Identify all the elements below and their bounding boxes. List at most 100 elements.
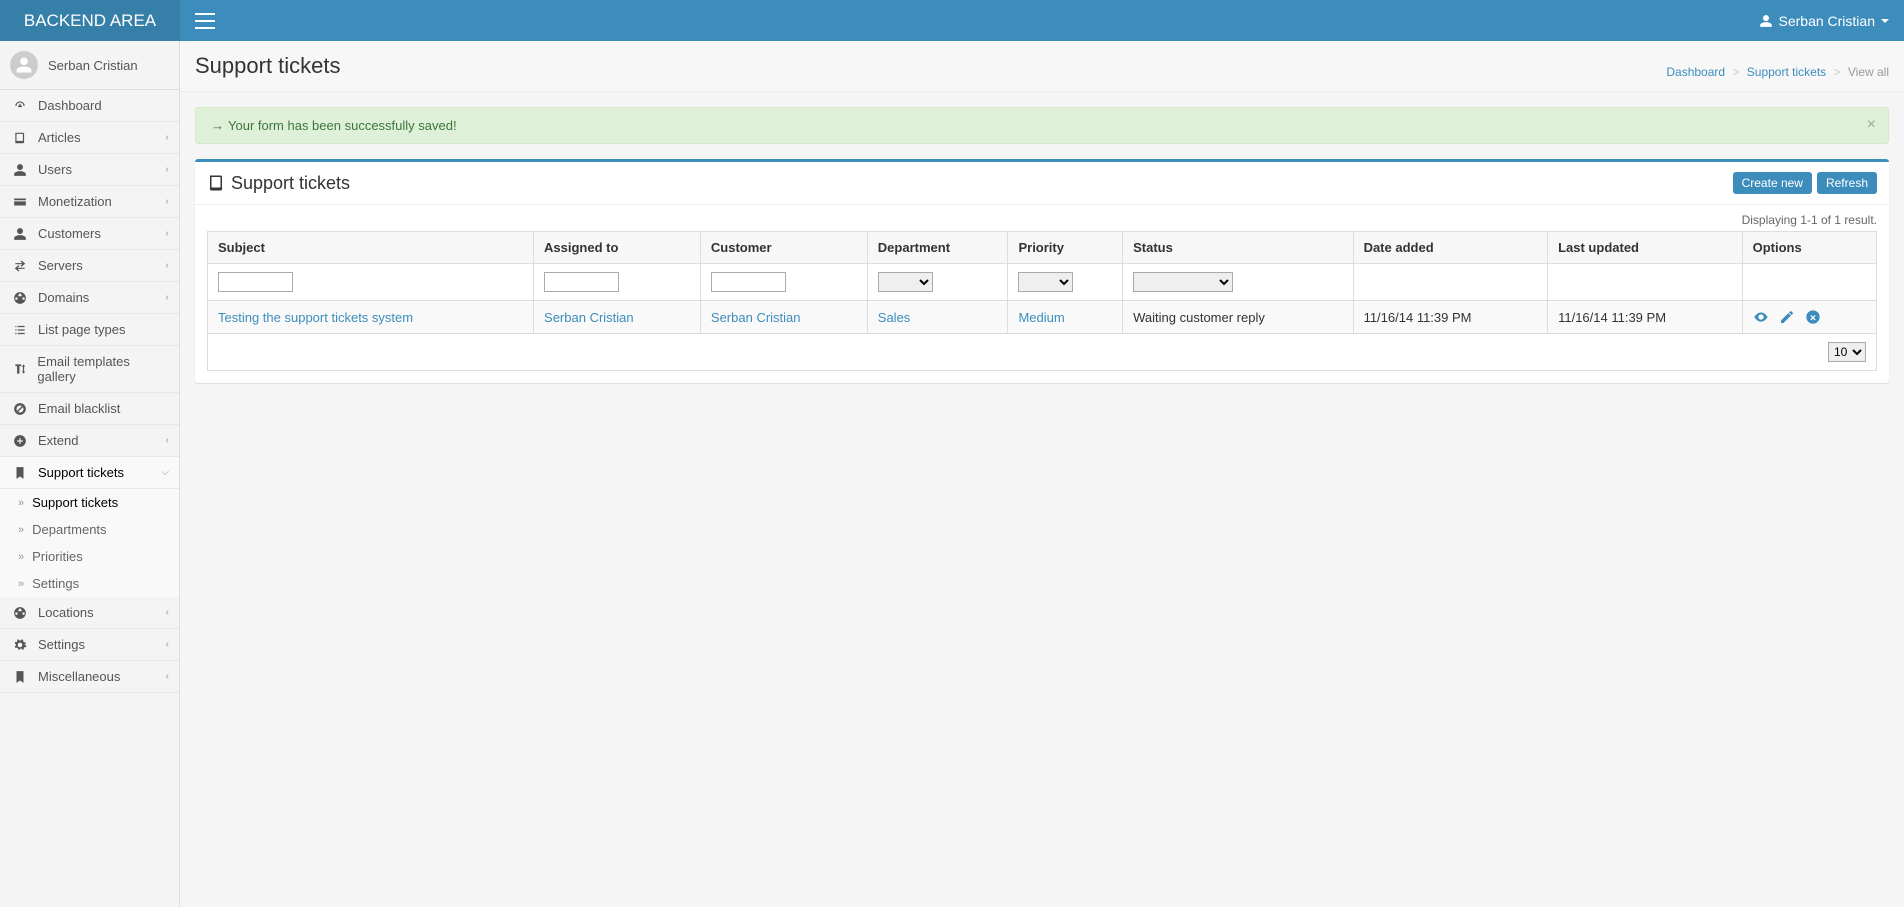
table-row: Testing the support tickets system Serban… xyxy=(208,301,1877,334)
sidebar-item-label: Domains xyxy=(38,290,89,305)
sidebar-item-settings[interactable]: Settings‹ xyxy=(0,629,179,661)
sidebar-item-label: Monetization xyxy=(38,194,112,209)
sidebar-item-dashboard[interactable]: Dashboard xyxy=(0,90,179,122)
edit-icon[interactable] xyxy=(1779,309,1795,325)
create-new-button[interactable]: Create new xyxy=(1733,172,1812,194)
status-cell: Waiting customer reply xyxy=(1123,301,1353,334)
filter-status-select[interactable] xyxy=(1133,272,1233,292)
sidebar-item-extend[interactable]: Extend‹ xyxy=(0,425,179,457)
panel-tools: Create new Refresh xyxy=(1733,172,1877,194)
brand-logo[interactable]: BACKEND AREA xyxy=(0,0,180,41)
sidebar-item-label: Users xyxy=(38,162,72,177)
table-footer-row: 10 xyxy=(208,334,1877,371)
breadcrumb: Dashboard > Support tickets > View all xyxy=(1666,65,1889,79)
column-header[interactable]: Assigned to xyxy=(534,232,701,264)
sidebar-item-list-page-types[interactable]: List page types xyxy=(0,314,179,346)
chevron-left-icon: ‹ xyxy=(166,228,169,239)
view-icon[interactable] xyxy=(1753,309,1769,325)
last-updated-cell: 11/16/14 11:39 PM xyxy=(1548,301,1743,334)
column-header[interactable]: Department xyxy=(867,232,1008,264)
breadcrumb-sep: > xyxy=(1732,65,1739,79)
sidebar-item-servers[interactable]: Servers‹ xyxy=(0,250,179,282)
result-info: Displaying 1-1 of 1 result. xyxy=(195,205,1889,231)
sidebar-subitem-label: Settings xyxy=(32,576,79,591)
sidebar-item-users[interactable]: Users‹ xyxy=(0,154,179,186)
table-header-row: SubjectAssigned toCustomerDepartmentPrio… xyxy=(208,232,1877,264)
sidebar-subitem-departments[interactable]: »Departments xyxy=(0,516,179,543)
sidebar-subitem-priorities[interactable]: »Priorities xyxy=(0,543,179,570)
ticket-subject-link[interactable]: Testing the support tickets system xyxy=(218,310,413,325)
filter-priority-select[interactable] xyxy=(1018,272,1073,292)
panel-title-text: Support tickets xyxy=(231,173,350,194)
book-icon xyxy=(207,174,225,192)
column-header[interactable]: Subject xyxy=(208,232,534,264)
filter-subject-input[interactable] xyxy=(218,272,293,292)
transfer-icon xyxy=(12,259,28,273)
sidebar-item-articles[interactable]: Articles‹ xyxy=(0,122,179,154)
sidebar-item-email-blacklist[interactable]: Email blacklist xyxy=(0,393,179,425)
list-icon xyxy=(12,323,28,337)
breadcrumb-dashboard[interactable]: Dashboard xyxy=(1666,65,1725,79)
globe-icon xyxy=(12,291,28,305)
sidebar-item-support-tickets[interactable]: Support tickets ⌵ xyxy=(0,457,179,489)
priority-link[interactable]: Medium xyxy=(1018,310,1064,325)
chevron-down-icon: ⌵ xyxy=(161,467,169,478)
chevron-right-icon: » xyxy=(18,578,24,590)
panel-title: Support tickets xyxy=(207,173,350,194)
sidebar-item-monetization[interactable]: Monetization‹ xyxy=(0,186,179,218)
user-icon xyxy=(12,227,28,241)
sidebar-subitem-settings[interactable]: » Settings xyxy=(0,570,179,597)
alert-close-button[interactable]: × xyxy=(1867,116,1876,134)
sidebar-item-label: Email templates gallery xyxy=(37,354,167,384)
sidebar-item-label: Support tickets xyxy=(38,465,124,480)
tickets-panel: Support tickets Create new Refresh Displ… xyxy=(195,159,1889,383)
chevron-left-icon: ‹ xyxy=(166,132,169,143)
user-menu[interactable]: Serban Cristian xyxy=(1759,13,1890,29)
user-icon xyxy=(12,163,28,177)
sidebar-item-email-templates-gallery[interactable]: Email templates gallery xyxy=(0,346,179,393)
panel-header: Support tickets Create new Refresh xyxy=(195,162,1889,205)
sidebar-item-miscellaneous[interactable]: Miscellaneous‹ xyxy=(0,661,179,693)
sidebar-item-label: Customers xyxy=(38,226,101,241)
arrow-right-icon: → xyxy=(211,118,224,133)
sidebar-item-label: Settings xyxy=(38,637,85,652)
sidebar-user: Serban Cristian xyxy=(0,41,179,90)
sidebar-item-label: Extend xyxy=(38,433,78,448)
text-height-icon xyxy=(12,362,27,376)
sidebar-item-label: List page types xyxy=(38,322,125,337)
column-header[interactable]: Customer xyxy=(700,232,867,264)
date-added-cell: 11/16/14 11:39 PM xyxy=(1353,301,1548,334)
sidebar-item-customers[interactable]: Customers ‹ xyxy=(0,218,179,250)
column-header[interactable]: Date added xyxy=(1353,232,1548,264)
sidebar-subitem-label: Priorities xyxy=(32,549,83,564)
sidebar-item-label: Dashboard xyxy=(38,98,102,113)
filter-customer-input[interactable] xyxy=(711,272,786,292)
breadcrumb-section[interactable]: Support tickets xyxy=(1747,65,1826,79)
top-header: BACKEND AREA Serban Cristian xyxy=(0,0,1904,41)
column-header[interactable]: Status xyxy=(1123,232,1353,264)
filter-assigned-input[interactable] xyxy=(544,272,619,292)
column-header[interactable]: Priority xyxy=(1008,232,1123,264)
tachometer-icon xyxy=(12,99,28,113)
sidebar-subitem-support-tickets[interactable]: »Support tickets xyxy=(0,489,179,516)
sidebar-item-locations[interactable]: Locations‹ xyxy=(0,597,179,629)
user-menu-name: Serban Cristian xyxy=(1779,13,1876,29)
tickets-table: SubjectAssigned toCustomerDepartmentPrio… xyxy=(207,231,1877,371)
refresh-button[interactable]: Refresh xyxy=(1817,172,1877,194)
caret-down-icon xyxy=(1881,19,1889,23)
hamburger-icon[interactable] xyxy=(195,13,215,29)
column-header[interactable]: Options xyxy=(1742,232,1876,264)
department-link[interactable]: Sales xyxy=(878,310,911,325)
book-icon xyxy=(12,131,28,145)
table-filter-row xyxy=(208,264,1877,301)
sidebar-item-domains[interactable]: Domains‹ xyxy=(0,282,179,314)
delete-icon[interactable] xyxy=(1805,309,1821,325)
sidebar-item-label: Miscellaneous xyxy=(38,669,120,684)
assigned-link[interactable]: Serban Cristian xyxy=(544,310,634,325)
customer-link[interactable]: Serban Cristian xyxy=(711,310,801,325)
column-header[interactable]: Last updated xyxy=(1548,232,1743,264)
alert-message: Your form has been successfully saved! xyxy=(228,118,457,133)
page-size-select[interactable]: 10 xyxy=(1828,342,1866,362)
filter-department-select[interactable] xyxy=(878,272,933,292)
chevron-left-icon: ‹ xyxy=(166,260,169,271)
